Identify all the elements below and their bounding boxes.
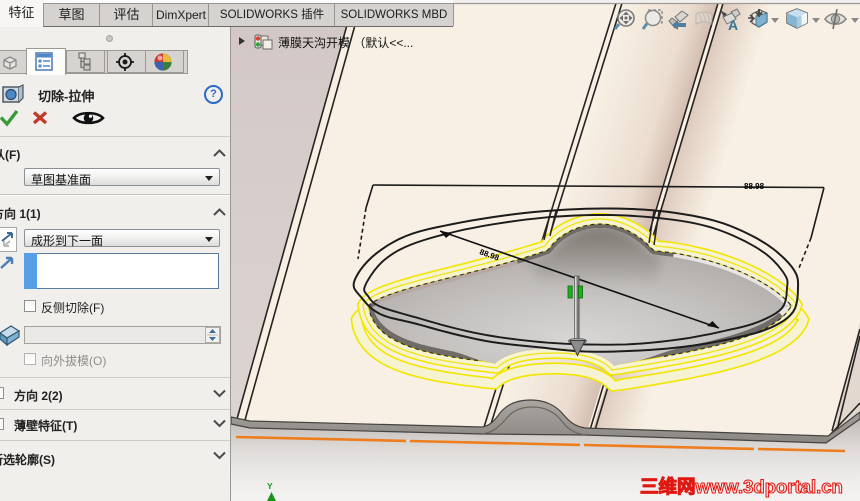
svg-text:三维网www.3dportal.cn: 三维网www.3dportal.cn [640, 476, 843, 497]
svg-text:A: A [728, 17, 738, 33]
svg-text:88.98: 88.98 [744, 182, 765, 191]
svg-text:薄膜天沟开模 （默认<<...: 薄膜天沟开模 （默认<<... [278, 35, 413, 50]
svg-text:Y: Y [267, 481, 273, 491]
